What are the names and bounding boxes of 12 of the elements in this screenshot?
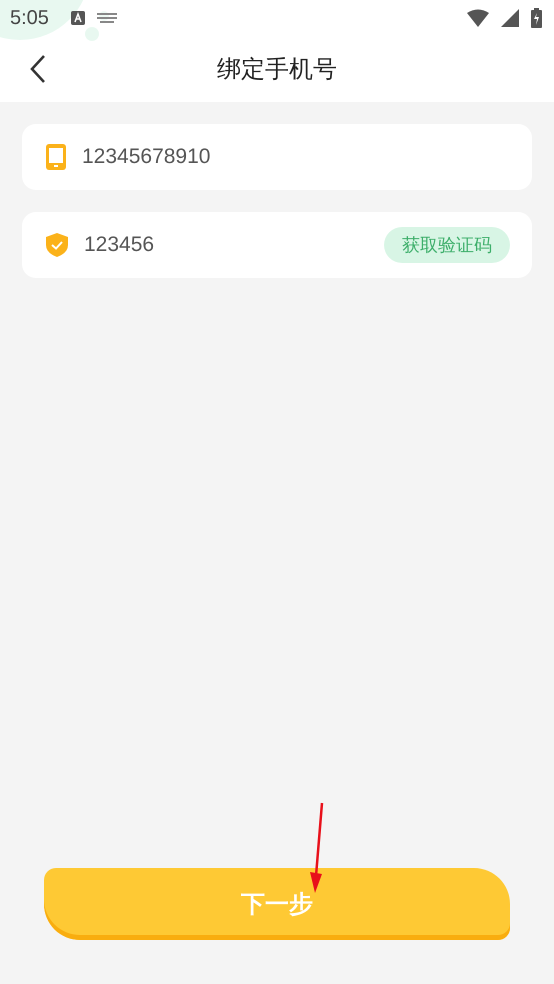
- signal-icon: [501, 9, 519, 27]
- back-icon[interactable]: [30, 54, 46, 84]
- status-time: 5:05: [10, 6, 49, 30]
- battery-icon: [531, 8, 542, 28]
- code-field[interactable]: 123456 获取验证码: [22, 212, 532, 278]
- keyboard-icon: [96, 13, 117, 23]
- phone-icon: [46, 144, 66, 170]
- shield-check-icon: [46, 233, 68, 257]
- page-title: 绑定手机号: [217, 54, 337, 85]
- wifi-icon: [467, 9, 489, 27]
- text-input-icon: [70, 11, 85, 25]
- phone-field[interactable]: 12345678910: [22, 124, 532, 190]
